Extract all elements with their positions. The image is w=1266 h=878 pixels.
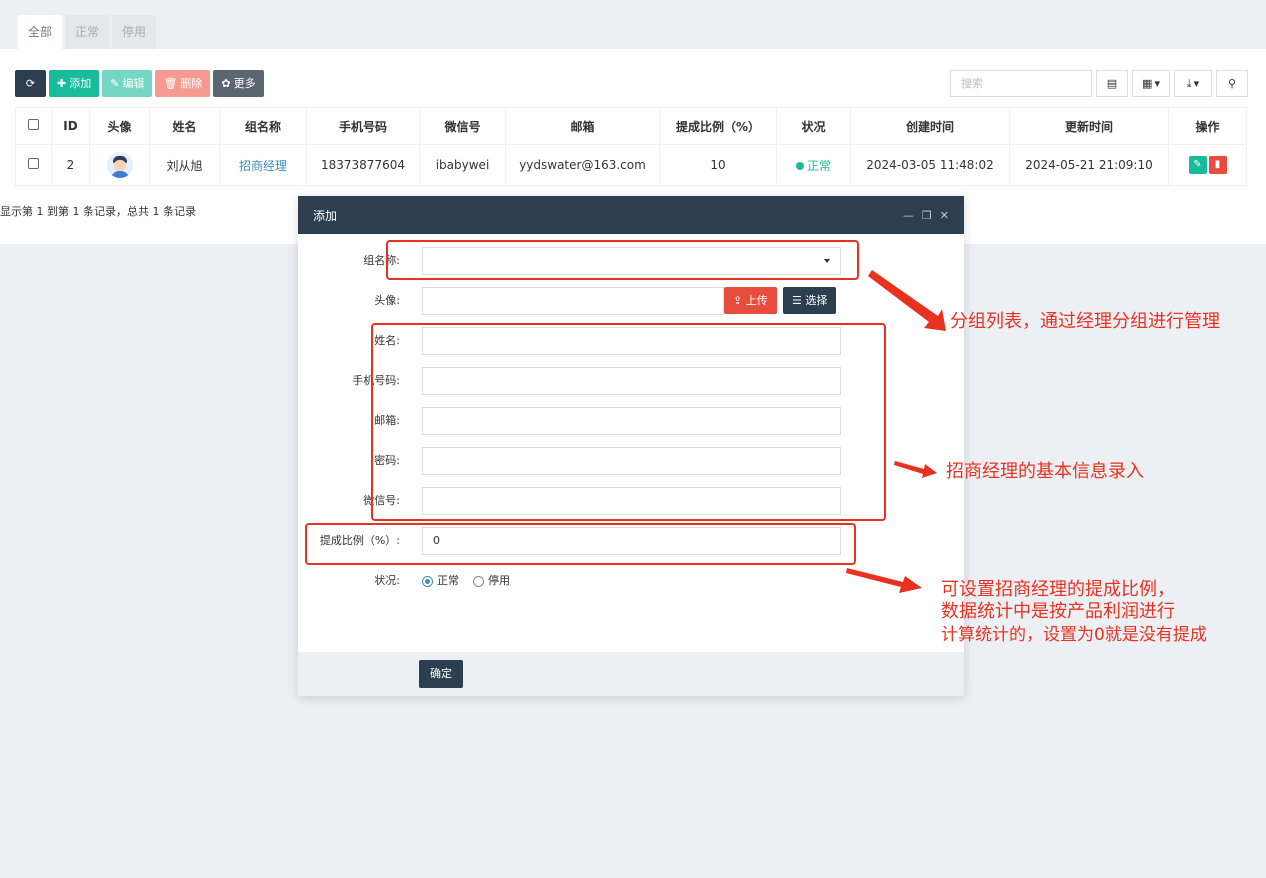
annotation-commission-note-2: 数据统计中是按产品利润进行 [941, 601, 1175, 622]
arrow-to-info-note [894, 461, 937, 478]
annotation-arrows [846, 270, 946, 593]
annotation-commission-note-1: 可设置招商经理的提成比例， [941, 579, 1175, 600]
annotation-group-note: 分组列表，通过经理分组进行管理 [950, 311, 1220, 332]
arrow-to-commission-note [846, 568, 922, 593]
annotation-info-note: 招商经理的基本信息录入 [946, 461, 1144, 482]
arrow-to-group-note [868, 270, 946, 331]
annotation-commission-note-3: 计算统计的，设置为0就是没有提成 [941, 625, 1207, 645]
